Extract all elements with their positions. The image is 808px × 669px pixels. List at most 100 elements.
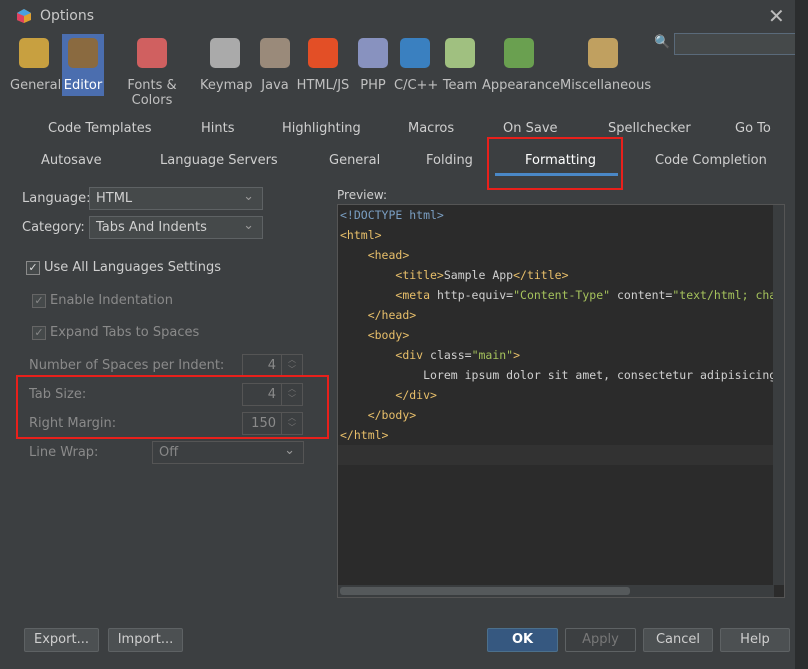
tab-highlighting[interactable]: Highlighting — [282, 121, 361, 136]
tab-macros[interactable]: Macros — [408, 121, 454, 136]
enable-indentation-checkbox[interactable]: ✓ — [32, 294, 46, 308]
expand-tabs-checkbox[interactable]: ✓ — [32, 326, 46, 340]
tab-language-servers[interactable]: Language Servers — [160, 153, 278, 168]
spaces-value: 4 — [267, 358, 276, 373]
vertical-scrollbar[interactable] — [773, 205, 784, 585]
search-input[interactable] — [674, 33, 798, 55]
code-line: </html> — [340, 428, 389, 442]
tab-code-templates[interactable]: Code Templates — [48, 121, 152, 136]
use-all-checkbox[interactable]: ✓ — [26, 261, 40, 275]
category-label: C/C++ — [394, 78, 439, 93]
fonts-colors-icon — [137, 38, 167, 68]
window-title: Options — [40, 8, 95, 24]
php-icon — [358, 38, 388, 68]
category-label: General — [10, 78, 62, 93]
close-icon[interactable]: ✕ — [768, 4, 785, 28]
code-line: <div class="main"> — [395, 348, 521, 362]
category-team[interactable]: Team — [440, 34, 480, 96]
apply-button[interactable]: Apply — [565, 628, 636, 652]
category-label: Fonts & Colors — [127, 78, 177, 108]
category-label: HTML/JS — [296, 78, 350, 93]
code-line: </div> — [395, 388, 437, 402]
line-wrap-label: Line Wrap: — [29, 445, 99, 460]
keyboard-icon — [210, 38, 240, 68]
app-logo-icon — [16, 8, 32, 24]
category-label: PHP — [360, 78, 386, 93]
highlight-box-tab-margin — [16, 375, 329, 439]
horizontal-scrollbar[interactable] — [338, 585, 774, 597]
code-line: <body> — [367, 328, 410, 342]
tab-on-save[interactable]: On Save — [503, 121, 558, 136]
category-label: Keymap — [200, 78, 253, 93]
chevron-down-icon: ⌄ — [243, 189, 254, 204]
category-value: Tabs And Indents — [96, 220, 207, 235]
category-general[interactable]: General — [10, 34, 62, 96]
import-button[interactable]: Import... — [108, 628, 183, 652]
code-line: <!DOCTYPE html> — [340, 208, 444, 222]
preview-editor[interactable]: <!DOCTYPE html> <html> <head> <title>Sam… — [337, 204, 785, 598]
code-line: Lorem ipsum dolor sit amet, consectetur … — [340, 368, 785, 382]
help-button[interactable]: Help — [720, 628, 790, 652]
code-line: </head> — [367, 308, 417, 322]
chevron-down-icon: ⌄ — [243, 218, 254, 233]
spaces-per-indent-spinner[interactable]: 4 ︿ ﹀ — [242, 354, 303, 377]
ok-button[interactable]: OK — [487, 628, 558, 652]
tab-autosave[interactable]: Autosave — [41, 153, 102, 168]
tab-go-to[interactable]: Go To — [735, 121, 771, 136]
category-php[interactable]: PHP — [356, 34, 390, 96]
category-label: Miscellaneous — [560, 78, 652, 93]
use-all-label: Use All Languages Settings — [44, 260, 222, 275]
category-select[interactable]: Tabs And Indents ⌄ — [89, 216, 263, 239]
search-icon: 🔍 — [654, 35, 671, 50]
category-appearance[interactable]: Appearance — [482, 34, 561, 96]
current-line-highlight — [338, 445, 774, 465]
appearance-icon — [504, 38, 534, 68]
category-editor[interactable]: Editor — [62, 34, 104, 96]
category-fonts-colors[interactable]: Fonts & Colors — [106, 34, 198, 108]
html5-icon — [308, 38, 338, 68]
language-value: HTML — [96, 191, 133, 206]
code-line: <title>Sample App</title> — [395, 268, 569, 282]
line-wrap-select[interactable]: Off ⌄ — [152, 441, 304, 464]
category-label: Editor — [63, 78, 103, 93]
title-bar — [0, 0, 795, 32]
tab-general[interactable]: General — [329, 153, 380, 168]
tab-folding[interactable]: Folding — [426, 153, 473, 168]
java-cup-icon — [260, 38, 290, 68]
expand-tabs-label: Expand Tabs to Spaces — [50, 325, 200, 340]
category-label: Java — [261, 78, 289, 93]
background-window-edge — [795, 0, 808, 669]
team-cubes-icon — [445, 38, 475, 68]
category-miscellaneous[interactable]: Miscellaneous — [560, 34, 652, 96]
category-html-js[interactable]: HTML/JS — [296, 34, 350, 96]
tab-hints[interactable]: Hints — [201, 121, 235, 136]
enable-indentation-label: Enable Indentation — [50, 293, 173, 308]
scrollbar-thumb[interactable] — [340, 587, 630, 595]
code-line: <meta http-equiv="Content-Type" content=… — [395, 288, 784, 302]
cpp-icon — [400, 38, 430, 68]
cancel-button[interactable]: Cancel — [643, 628, 713, 652]
code-line: <head> — [367, 248, 410, 262]
category-keymap[interactable]: Keymap — [200, 34, 253, 96]
category-label: Appearance — [482, 78, 561, 93]
category-label: Category: — [22, 220, 85, 235]
code-line: <html> — [340, 228, 382, 242]
line-wrap-value: Off — [159, 445, 179, 460]
wrench-gear-icon — [19, 38, 49, 68]
export-button[interactable]: Export... — [24, 628, 99, 652]
tab-code-completion[interactable]: Code Completion — [655, 153, 767, 168]
language-label: Language: — [22, 191, 91, 206]
category-java[interactable]: Java — [258, 34, 292, 96]
misc-gear-icon — [588, 38, 618, 68]
editor-pencil-icon — [68, 38, 98, 68]
highlight-box-formatting — [487, 137, 623, 190]
language-select[interactable]: HTML ⌄ — [89, 187, 263, 210]
chevron-down-icon: ⌄ — [284, 443, 295, 458]
tab-spellchecker[interactable]: Spellchecker — [608, 121, 691, 136]
category-c-c-[interactable]: C/C++ — [394, 34, 439, 96]
spaces-per-indent-label: Number of Spaces per Indent: — [29, 358, 225, 373]
code-line: </body> — [367, 408, 417, 422]
preview-label: Preview: — [337, 188, 388, 202]
spinner-arrows-icon[interactable]: ︿ ﹀ — [281, 355, 302, 376]
category-label: Team — [442, 78, 478, 93]
